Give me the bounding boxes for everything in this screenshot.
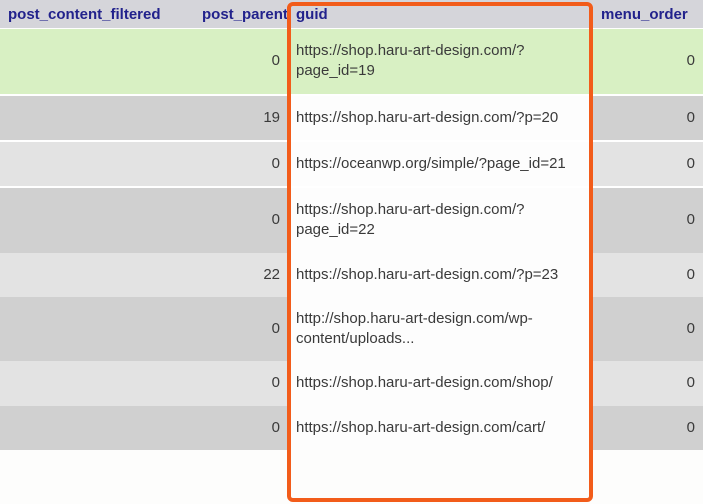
cell-post-content-filtered (0, 142, 194, 186)
cell-menu-order: 0 (593, 29, 703, 94)
cell-menu-order: 0 (593, 142, 703, 186)
cell-post-parent: 0 (194, 406, 288, 450)
cell-post-parent: 0 (194, 142, 288, 186)
table-row[interactable]: 0http://shop.haru-art-design.com/wp-cont… (0, 297, 703, 362)
cell-post-parent: 0 (194, 188, 288, 253)
table-header-row: post_content_filtered post_parent guid m… (0, 0, 703, 29)
db-table: post_content_filtered post_parent guid m… (0, 0, 703, 450)
cell-post-parent: 0 (194, 361, 288, 405)
table-row[interactable]: 0https://shop.haru-art-design.com/?page_… (0, 29, 703, 94)
cell-post-content-filtered (0, 29, 194, 94)
cell-post-parent: 0 (194, 297, 288, 362)
table-row[interactable]: 0https://shop.haru-art-design.com/shop/0 (0, 361, 703, 405)
cell-menu-order: 0 (593, 188, 703, 253)
cell-post-content-filtered (0, 406, 194, 450)
cell-guid: https://shop.haru-art-design.com/cart/ (288, 406, 593, 450)
cell-post-content-filtered (0, 96, 194, 140)
table-row[interactable]: 0https://shop.haru-art-design.com/?page_… (0, 188, 703, 253)
cell-post-parent: 19 (194, 96, 288, 140)
table-row[interactable]: 0https://oceanwp.org/simple/?page_id=210 (0, 142, 703, 186)
cell-post-content-filtered (0, 253, 194, 297)
cell-guid: https://shop.haru-art-design.com/?p=23 (288, 253, 593, 297)
cell-post-content-filtered (0, 188, 194, 253)
cell-menu-order: 0 (593, 297, 703, 362)
col-header-menu-order[interactable]: menu_order (593, 0, 703, 29)
cell-menu-order: 0 (593, 96, 703, 140)
cell-guid: https://oceanwp.org/simple/?page_id=21 (288, 142, 593, 186)
cell-guid: https://shop.haru-art-design.com/?page_i… (288, 29, 593, 94)
cell-post-content-filtered (0, 297, 194, 362)
cell-menu-order: 0 (593, 253, 703, 297)
cell-menu-order: 0 (593, 361, 703, 405)
col-header-guid[interactable]: guid (288, 0, 593, 29)
cell-guid: https://shop.haru-art-design.com/?p=20 (288, 96, 593, 140)
cell-post-content-filtered (0, 361, 194, 405)
table-row[interactable]: 0https://shop.haru-art-design.com/cart/0 (0, 406, 703, 450)
cell-guid: https://shop.haru-art-design.com/shop/ (288, 361, 593, 405)
cell-guid: http://shop.haru-art-design.com/wp-conte… (288, 297, 593, 362)
cell-guid: https://shop.haru-art-design.com/?page_i… (288, 188, 593, 253)
table-row[interactable]: 19https://shop.haru-art-design.com/?p=20… (0, 96, 703, 140)
col-header-post-content-filtered[interactable]: post_content_filtered (0, 0, 194, 29)
table-row[interactable]: 22https://shop.haru-art-design.com/?p=23… (0, 253, 703, 297)
cell-post-parent: 0 (194, 29, 288, 94)
cell-post-parent: 22 (194, 253, 288, 297)
col-header-post-parent[interactable]: post_parent (194, 0, 288, 29)
cell-menu-order: 0 (593, 406, 703, 450)
